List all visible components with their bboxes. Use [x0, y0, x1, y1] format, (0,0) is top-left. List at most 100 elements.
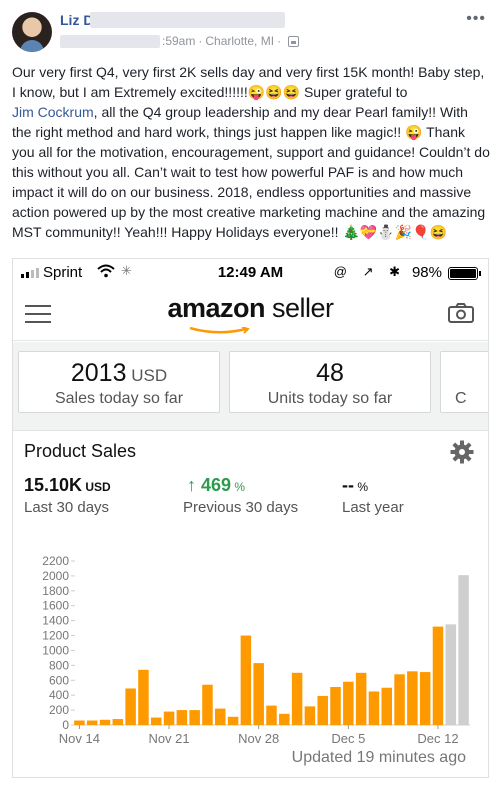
chart-bar[interactable]: [343, 681, 354, 725]
post-timestamp[interactable]: :59am: [162, 34, 195, 48]
logo-smile-icon: [189, 327, 250, 334]
metric-value: -- %: [342, 475, 404, 496]
gear-icon[interactable]: [450, 440, 474, 464]
chart-bar[interactable]: [150, 717, 162, 725]
units-today-card[interactable]: 48 Units today so far: [229, 351, 431, 413]
chart-bar[interactable]: [432, 626, 444, 725]
product-sales-title: Product Sales: [24, 441, 137, 461]
up-arrow-icon: ↑: [187, 475, 196, 495]
previous-unit: %: [231, 480, 246, 494]
product-sales-card: Product Sales 15.10K USD Last 30 days ↑ …: [13, 430, 488, 760]
x-tick-label: Dec 12: [417, 731, 458, 746]
third-stat-card[interactable]: 0 C: [440, 351, 488, 413]
metric-previous-30-days: ↑ 469 % Previous 30 days: [183, 475, 298, 516]
current-value: 15.10K: [24, 475, 83, 495]
current-unit: USD: [82, 480, 111, 494]
chart-bar[interactable]: [291, 672, 303, 725]
y-tick-label: 0: [62, 718, 69, 732]
chart-bar[interactable]: [227, 716, 239, 725]
logo-brand: amazon: [167, 293, 265, 323]
chart-bar[interactable]: [266, 705, 277, 725]
battery-percent: 98%: [411, 264, 442, 281]
post-text-part: Our very first Q4, very first 2K sells d…: [12, 64, 485, 100]
metric-last-year: -- % Last year: [342, 475, 404, 516]
meta-separator: ·: [277, 34, 282, 48]
status-icons: @ ↗ ✱: [333, 264, 406, 279]
meta-separator: ·: [198, 34, 203, 48]
post-text-part: , all the Q4 group leadership and my dea…: [12, 104, 490, 240]
post-text: Our very first Q4, very first 2K sells d…: [12, 62, 490, 242]
previous-value: 469: [201, 475, 232, 495]
y-tick-label: 2200: [42, 554, 69, 568]
phone-status-bar: Sprint ✳ 12:49 AM @ ↗ ✱ 98%: [13, 259, 488, 287]
chart-bar[interactable]: [458, 575, 469, 725]
chart-bar[interactable]: [163, 711, 175, 725]
sales-value: 2013: [70, 359, 127, 387]
lastyear-value: --: [342, 475, 354, 495]
poster-name[interactable]: Liz D: [60, 12, 93, 28]
avatar[interactable]: [12, 12, 52, 52]
chart-bar[interactable]: [279, 713, 290, 725]
chart-bar[interactable]: [112, 719, 124, 725]
post-meta: :59am · Charlotte, MI ·: [60, 34, 300, 48]
chart-bar[interactable]: [394, 674, 405, 725]
x-tick-label: Nov 21: [148, 731, 189, 746]
chart-bar[interactable]: [176, 710, 188, 725]
units-today-value: 48: [316, 359, 344, 387]
redacted-name: [90, 12, 285, 28]
battery-icon: [448, 267, 481, 280]
lastyear-unit: %: [354, 480, 369, 494]
metric-value: ↑ 469 %: [183, 475, 298, 496]
units-today-label: Units today so far: [267, 390, 393, 407]
chart-bar[interactable]: [202, 684, 213, 725]
post-location[interactable]: Charlotte, MI: [205, 34, 274, 48]
chart-bar[interactable]: [189, 710, 200, 725]
chart-bar[interactable]: [138, 669, 149, 725]
chart-bar[interactable]: [368, 691, 380, 725]
chart-bar[interactable]: [445, 624, 457, 725]
chart-bar[interactable]: [125, 688, 136, 725]
camera-icon[interactable]: [448, 303, 474, 323]
metric-label: Last 30 days: [24, 499, 110, 516]
chart-bar[interactable]: [240, 635, 252, 725]
chart-bar[interactable]: [330, 686, 341, 725]
y-tick-label: 1600: [42, 599, 69, 613]
y-tick-label: 2000: [42, 569, 69, 583]
amazon-seller-logo: amazon seller: [13, 293, 488, 324]
chart-bar[interactable]: [381, 687, 393, 725]
sales-today-card[interactable]: 2013 USD Sales today so far: [18, 351, 220, 413]
chart-bar[interactable]: [215, 708, 226, 725]
chart-bar[interactable]: [99, 719, 111, 725]
post-image[interactable]: Sprint ✳ 12:49 AM @ ↗ ✱ 98% amazon selle…: [12, 258, 489, 778]
y-tick-label: 1400: [42, 614, 69, 628]
chart-bar[interactable]: [355, 672, 367, 725]
y-tick-label: 1200: [42, 629, 69, 643]
metric-label: Previous 30 days: [183, 499, 299, 516]
y-tick-label: 600: [49, 673, 69, 687]
post-header: Liz D :59am · Charlotte, MI · •••: [0, 0, 498, 60]
stats-area: 2013 USD Sales today so far 48 Units tod…: [13, 342, 488, 760]
chart-bar[interactable]: [419, 672, 431, 725]
metric-value: 15.10K USD: [24, 475, 111, 496]
updated-label: Updated 19 minutes ago: [291, 749, 466, 766]
mention-link[interactable]: Jim Cockrum: [12, 104, 94, 120]
sales-bar-chart[interactable]: 0200400600800100012001400160018002000220…: [13, 551, 489, 751]
chart-bar[interactable]: [304, 706, 316, 725]
more-options-icon[interactable]: •••: [466, 10, 486, 28]
privacy-icon[interactable]: [288, 35, 300, 47]
y-tick-label: 200: [49, 703, 69, 717]
chart-bar[interactable]: [253, 663, 264, 725]
y-tick-label: 1800: [42, 584, 69, 598]
chart-bar[interactable]: [74, 720, 85, 725]
sales-today-label: Sales today so far: [54, 390, 184, 407]
x-tick-label: Dec 5: [331, 731, 365, 746]
sales-unit: USD: [126, 366, 168, 385]
chart-bar[interactable]: [86, 720, 98, 725]
metric-label: Last year: [342, 499, 404, 516]
chart-bar[interactable]: [317, 695, 328, 725]
y-tick-label: 800: [49, 658, 69, 672]
sales-today-value: 2013 USD: [19, 359, 219, 388]
logo-suffix: seller: [265, 293, 334, 323]
x-tick-label: Nov 28: [238, 731, 279, 746]
chart-bar[interactable]: [407, 671, 418, 725]
